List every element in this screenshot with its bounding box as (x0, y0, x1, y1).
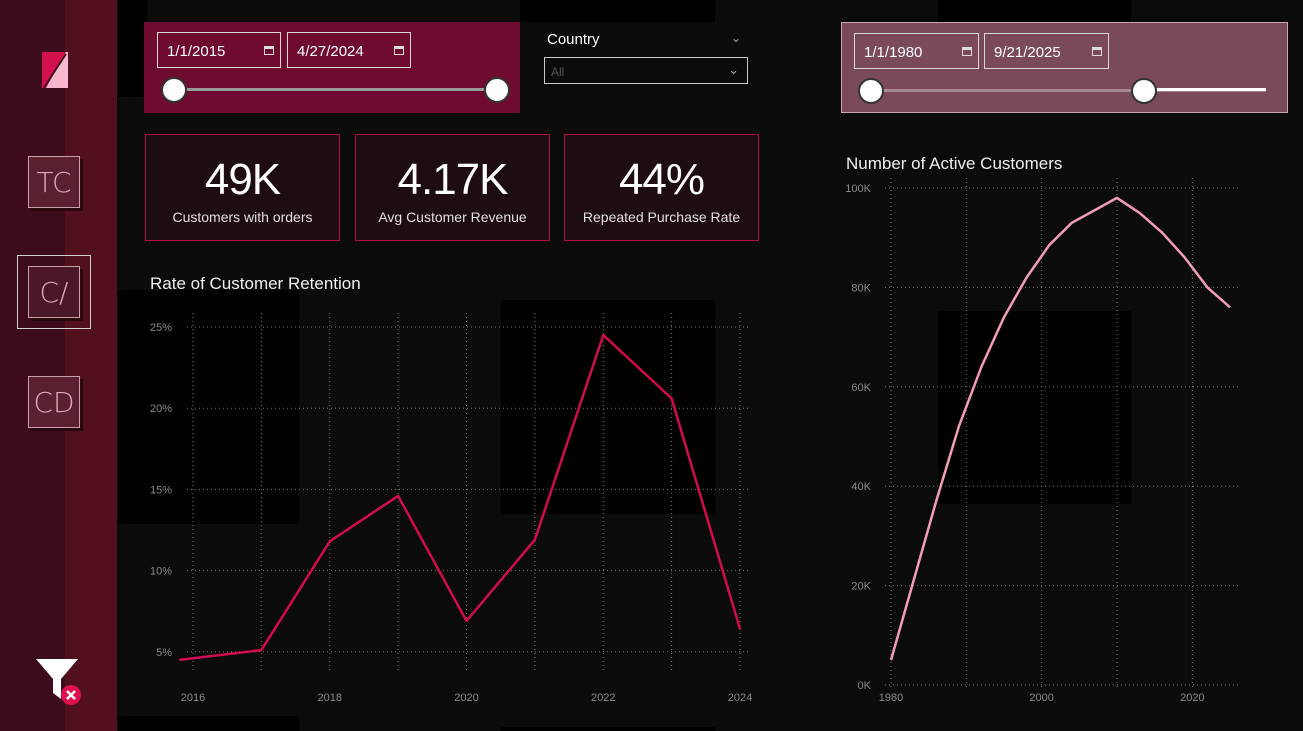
date-range-slicer-right: 1/1/1980 9/21/2025 (841, 22, 1288, 113)
end-date-value: 9/21/2025 (994, 44, 1061, 61)
y-tick-label: 40K (851, 481, 871, 493)
y-tick-label: 0K (858, 680, 872, 692)
calendar-icon[interactable] (962, 47, 972, 56)
start-date-input[interactable]: 1/1/2015 (157, 32, 281, 68)
calendar-icon[interactable] (394, 46, 404, 55)
x-tick-label: 2000 (1029, 692, 1053, 704)
nav-button-label: TC (28, 156, 80, 208)
bg-block (520, 0, 715, 22)
country-selected-value: All (551, 65, 565, 79)
end-date-input[interactable]: 9/21/2025 (984, 33, 1109, 69)
nav-button-cs[interactable]: C/ (17, 255, 91, 329)
slider-end-handle[interactable] (1131, 78, 1157, 104)
clear-filter-icon[interactable] (34, 657, 84, 707)
chevron-down-icon: ⌄ (728, 62, 739, 77)
series-line (179, 333, 742, 662)
kpi-card-avg-revenue[interactable]: 4.17K Avg Customer Revenue (355, 134, 550, 241)
y-tick-label: 20% (150, 403, 172, 415)
bg-block (501, 727, 715, 731)
series-line (889, 196, 1231, 661)
start-date-value: 1/1/1980 (864, 44, 923, 61)
kpi-card-customers[interactable]: 49K Customers with orders (145, 134, 340, 241)
calendar-icon[interactable] (264, 46, 274, 55)
x-tick-label: 2016 (181, 692, 205, 704)
y-tick-label: 25% (150, 322, 172, 334)
active-customers-line-chart[interactable]: 0K 20K 40K 60K 80K 100K 1980 2000 2020 (835, 175, 1295, 715)
x-tick-label: 1980 (879, 692, 903, 704)
country-filter-label: Country (547, 31, 600, 48)
x-tick-label: 2020 (1180, 692, 1204, 704)
start-date-value: 1/1/2015 (167, 43, 226, 60)
kpi-value: 4.17K (397, 155, 509, 204)
y-tick-label: 15% (150, 484, 172, 496)
x-tick-label: 2020 (454, 692, 478, 704)
x-tick-label: 2018 (318, 692, 342, 704)
nav-button-tc[interactable]: TC (26, 154, 82, 210)
y-tick-label: 20K (851, 581, 871, 593)
y-tick-label: 100K (845, 183, 871, 195)
x-tick-label: 2022 (591, 692, 615, 704)
bg-block (117, 0, 147, 97)
date-slider-track[interactable] (174, 88, 498, 91)
chart-title-retention: Rate of Customer Retention (150, 274, 361, 293)
x-tick-label: 2024 (728, 692, 752, 704)
app-logo (42, 52, 68, 89)
chevron-down-icon[interactable]: ⌄ (731, 31, 741, 45)
nav-button-label: C/ (28, 266, 80, 318)
calendar-icon[interactable] (1092, 47, 1102, 56)
y-tick-label: 60K (851, 382, 871, 394)
kpi-value: 49K (204, 155, 281, 204)
y-tick-label: 80K (851, 282, 871, 294)
kpi-label: Customers with orders (172, 209, 313, 225)
kpi-label: Avg Customer Revenue (378, 209, 527, 225)
slider-end-handle[interactable] (484, 77, 510, 103)
kpi-value: 44% (618, 155, 705, 204)
kpi-label: Repeated Purchase Rate (582, 209, 741, 225)
y-tick-label: 10% (150, 566, 172, 578)
nav-button-cd[interactable]: CD (26, 374, 82, 430)
nav-button-label: CD (28, 376, 80, 428)
sidebar: TC C/ CD (0, 0, 117, 731)
sidebar-tint (65, 0, 117, 731)
country-dropdown[interactable]: All ⌄ (544, 57, 748, 84)
end-date-input[interactable]: 4/27/2024 (287, 32, 411, 68)
bg-block (938, 0, 1131, 22)
date-slider-fill (1144, 88, 1266, 91)
chart-title-active-customers: Number of Active Customers (846, 154, 1063, 173)
retention-line-chart[interactable]: 5% 10% 15% 20% 25% 2016 2018 2020 2022 2024 (140, 300, 770, 720)
y-tick-label: 5% (156, 647, 172, 659)
start-date-input[interactable]: 1/1/1980 (854, 33, 979, 69)
slider-start-handle[interactable] (161, 77, 187, 103)
end-date-value: 4/27/2024 (297, 43, 364, 60)
slider-start-handle[interactable] (858, 78, 884, 104)
date-range-slicer-left: 1/1/2015 4/27/2024 (144, 22, 520, 113)
kpi-card-repeat-rate[interactable]: 44% Repeated Purchase Rate (564, 134, 759, 241)
